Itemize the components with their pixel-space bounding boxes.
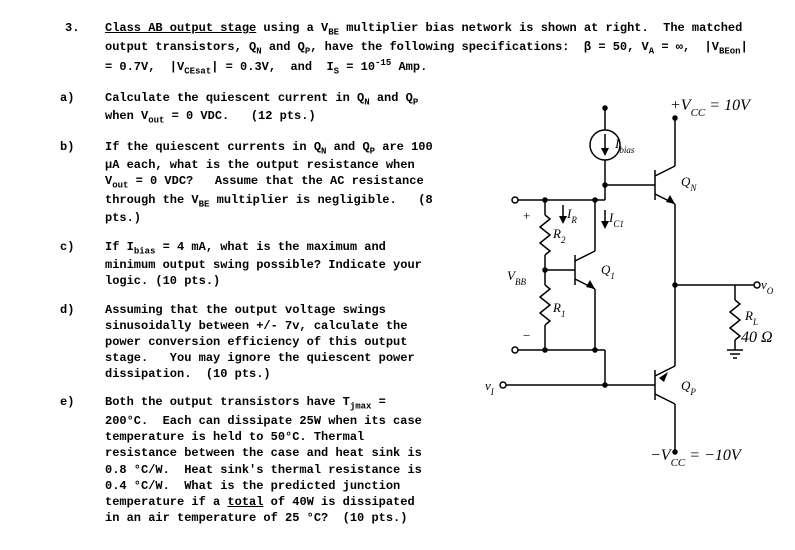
label-qn: QN [681, 174, 697, 193]
label-vo: vO [761, 277, 774, 296]
label-vcc-minus: −VCC = −10V [650, 447, 743, 469]
label-ir: IR [566, 206, 577, 225]
part-b-label: b) [60, 139, 105, 227]
part-d-label: d) [60, 302, 105, 383]
problem-number: 3. [65, 20, 79, 36]
part-b-text: If the quiescent currents in QN and QP a… [105, 139, 435, 227]
part-d-text: Assuming that the output voltage swings … [105, 302, 435, 383]
label-minus: − [523, 328, 530, 343]
label-vbb: VBB [507, 268, 526, 287]
label-plus: + [523, 208, 530, 223]
label-r1: R1 [552, 300, 565, 319]
label-r2: R2 [552, 226, 566, 245]
label-vi: vI [485, 378, 495, 397]
part-c-label: c) [60, 239, 105, 290]
label-ibias: Ibias [614, 136, 635, 155]
label-ic1: IC1 [608, 210, 624, 229]
label-vcc-plus: +VCC = 10V [670, 97, 752, 119]
part-c-text: If Ibias = 4 mA, what is the maximum and… [105, 239, 435, 290]
label-rl: RL [744, 308, 758, 327]
problem-header: Class AB output stage using a VBE multip… [105, 20, 765, 78]
part-a-text: Calculate the quiescent current in QN an… [105, 90, 435, 127]
label-q1: Q1 [601, 262, 615, 281]
part-a-label: a) [60, 90, 105, 127]
label-qp: QP [681, 378, 696, 397]
part-e-label: e) [60, 394, 105, 526]
circuit-diagram: Ibias QN QP Q1 R2 R1 RL VBB IR IC1 vI vO… [445, 90, 775, 490]
label-rl-value: 40 Ω [741, 329, 773, 346]
part-e-text: Both the output transistors have Tjmax =… [105, 394, 435, 526]
